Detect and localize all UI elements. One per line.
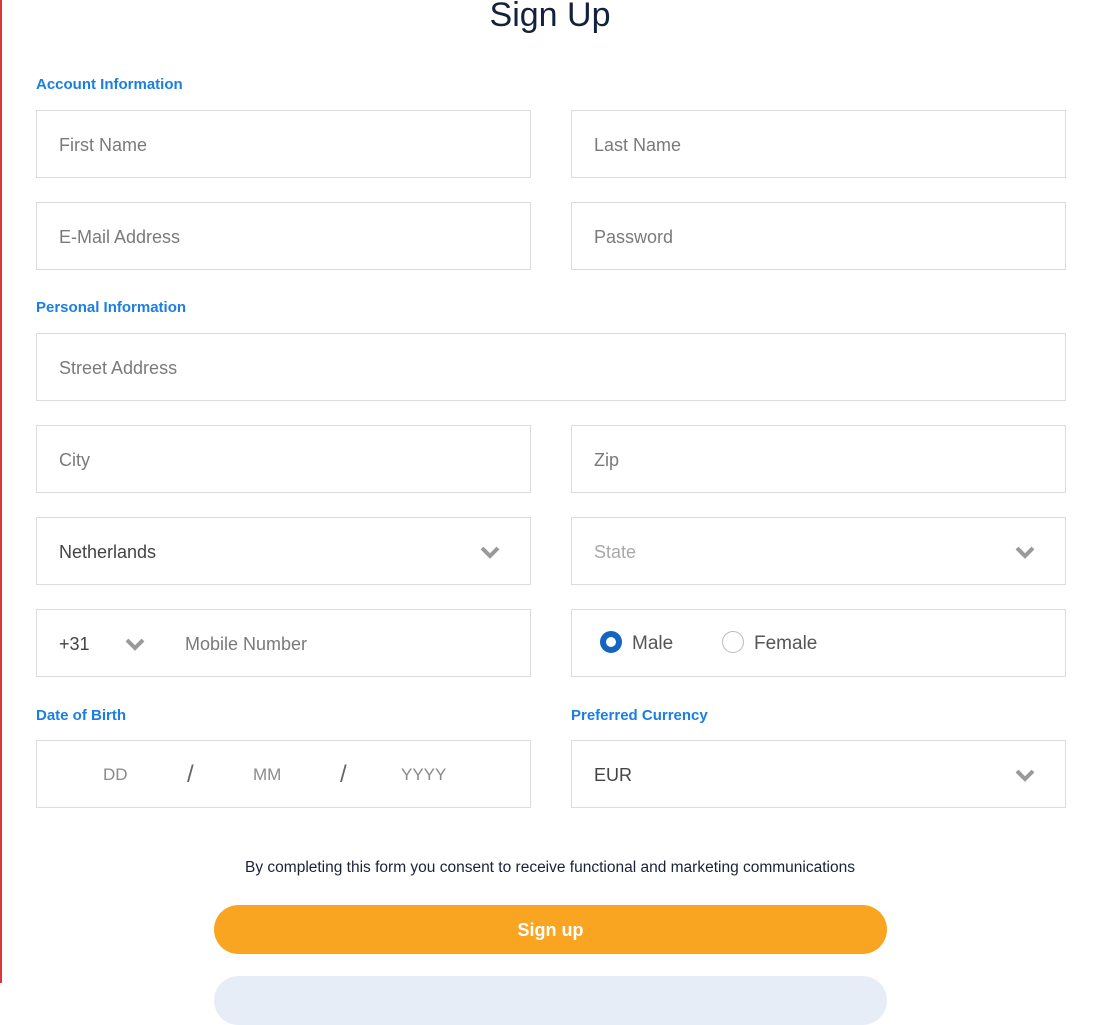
email-placeholder: E-Mail Address bbox=[59, 227, 181, 247]
last-name-input[interactable]: Last Name bbox=[571, 110, 1066, 178]
section-date-of-birth: Date of Birth bbox=[36, 707, 126, 724]
email-input[interactable]: E-Mail Address bbox=[36, 202, 531, 270]
street-placeholder: Street Address bbox=[59, 358, 178, 378]
gender-radio-group: Male Female bbox=[571, 609, 1066, 677]
radio-male-label[interactable]: Male bbox=[632, 610, 673, 678]
mobile-number-input[interactable]: Mobile Number bbox=[185, 610, 307, 678]
currency-value: EUR bbox=[594, 765, 633, 785]
dob-month-input[interactable]: MM bbox=[253, 741, 281, 809]
city-input[interactable]: City bbox=[36, 425, 531, 493]
secondary-button[interactable] bbox=[214, 976, 887, 1025]
section-personal-information: Personal Information bbox=[36, 299, 187, 316]
dob-year-input[interactable]: YYYY bbox=[401, 741, 446, 809]
first-name-placeholder: First Name bbox=[59, 135, 148, 155]
chevron-down-icon bbox=[1015, 769, 1035, 782]
date-of-birth-field: DD / MM / YYYY bbox=[36, 740, 531, 808]
last-name-placeholder: Last Name bbox=[594, 135, 682, 155]
chevron-down-icon bbox=[1015, 546, 1035, 559]
street-address-input[interactable]: Street Address bbox=[36, 333, 1066, 401]
window-edge bbox=[0, 0, 2, 983]
section-account-information: Account Information bbox=[36, 76, 183, 93]
zip-input[interactable]: Zip bbox=[571, 425, 1066, 493]
country-value: Netherlands bbox=[59, 542, 157, 562]
password-placeholder: Password bbox=[594, 227, 674, 247]
dial-code-select[interactable]: +31 bbox=[59, 610, 90, 678]
section-preferred-currency: Preferred Currency bbox=[571, 707, 708, 724]
dob-separator: / bbox=[340, 761, 347, 788]
city-placeholder: City bbox=[59, 450, 90, 470]
radio-male[interactable] bbox=[600, 631, 622, 653]
chevron-down-icon bbox=[480, 546, 500, 559]
dob-day-input[interactable]: DD bbox=[103, 741, 128, 809]
chevron-down-icon[interactable] bbox=[125, 634, 145, 654]
state-select[interactable]: State bbox=[571, 517, 1066, 585]
page-title: Sign Up bbox=[489, 0, 611, 34]
consent-text: By completing this form you consent to r… bbox=[245, 859, 855, 876]
country-select[interactable]: Netherlands bbox=[36, 517, 531, 585]
sign-up-button[interactable]: Sign up bbox=[214, 905, 887, 954]
state-placeholder: State bbox=[594, 542, 637, 562]
first-name-input[interactable]: First Name bbox=[36, 110, 531, 178]
dob-separator: / bbox=[187, 761, 194, 788]
mobile-field: +31 Mobile Number bbox=[36, 609, 531, 677]
password-input[interactable]: Password bbox=[571, 202, 1066, 270]
radio-female[interactable] bbox=[722, 631, 744, 653]
zip-placeholder: Zip bbox=[594, 450, 620, 470]
currency-select[interactable]: EUR bbox=[571, 740, 1066, 808]
radio-female-label[interactable]: Female bbox=[754, 610, 817, 678]
